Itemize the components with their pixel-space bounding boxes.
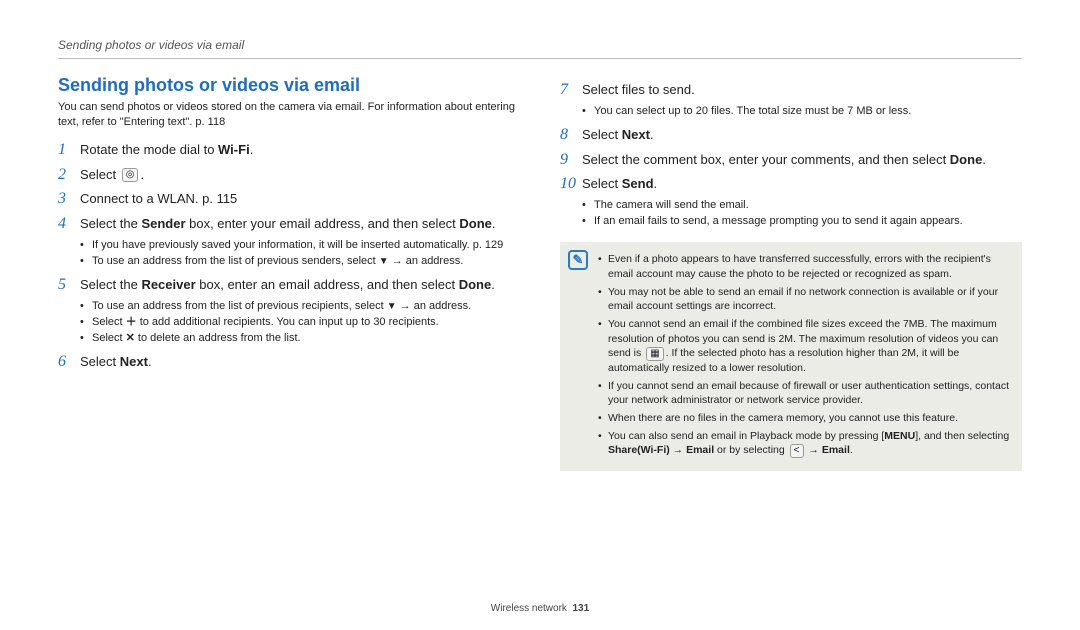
step: 9Select the comment box, enter your comm… xyxy=(560,151,1022,170)
step-body: Select ◎. xyxy=(80,166,520,185)
step-body: Select Next. xyxy=(582,126,1022,145)
step: 2Select ◎. xyxy=(58,166,520,185)
step-number: 8 xyxy=(560,126,582,145)
step-number: 9 xyxy=(560,151,582,170)
right-column: 7Select files to send.•You can select up… xyxy=(560,75,1022,471)
step: 3Connect to a WLAN. p. 115 xyxy=(58,190,520,209)
bullet-item: •You can select up to 20 files. The tota… xyxy=(582,104,1022,120)
note-item: •You cannot send an email if the combine… xyxy=(598,317,1010,376)
step-sublist: •To use an address from the list of prev… xyxy=(80,299,520,347)
step: 10Select Send.•The camera will send the … xyxy=(560,175,1022,230)
step-sublist: •If you have previously saved your infor… xyxy=(80,238,520,270)
step-body: Select Next. xyxy=(80,353,520,372)
note-item: •You can also send an email in Playback … xyxy=(598,429,1010,458)
footer-page-number: 131 xyxy=(573,603,590,614)
running-header: Sending photos or videos via email xyxy=(58,38,1022,52)
intro-text: You can send photos or videos stored on … xyxy=(58,100,520,131)
step: 4Select the Sender box, enter your email… xyxy=(58,215,520,270)
left-column: Sending photos or videos via email You c… xyxy=(58,75,520,471)
step-body: Select the Receiver box, enter an email … xyxy=(80,276,520,347)
steps-left: 1Rotate the mode dial to Wi-Fi.2Select ◎… xyxy=(58,141,520,372)
note-item: •When there are no files in the camera m… xyxy=(598,411,1010,426)
step-body: Select the Sender box, enter your email … xyxy=(80,215,520,270)
bullet-item: •If an email fails to send, a message pr… xyxy=(582,214,1022,230)
step-number: 10 xyxy=(560,175,582,230)
note-item: •You may not be able to send an email if… xyxy=(598,285,1010,314)
step-sublist: •The camera will send the email.•If an e… xyxy=(582,198,1022,230)
step-sublist: •You can select up to 20 files. The tota… xyxy=(582,104,1022,120)
step-body: Select Send.•The camera will send the em… xyxy=(582,175,1022,230)
step-number: 5 xyxy=(58,276,80,347)
step: 7Select files to send.•You can select up… xyxy=(560,81,1022,120)
two-column-layout: Sending photos or videos via email You c… xyxy=(58,75,1022,471)
step-number: 7 xyxy=(560,81,582,120)
step: 5Select the Receiver box, enter an email… xyxy=(58,276,520,347)
step: 1Rotate the mode dial to Wi-Fi. xyxy=(58,141,520,160)
step-body: Rotate the mode dial to Wi-Fi. xyxy=(80,141,520,160)
step-number: 4 xyxy=(58,215,80,270)
bullet-item: •If you have previously saved your infor… xyxy=(80,238,520,254)
bullet-item: •The camera will send the email. xyxy=(582,198,1022,214)
manual-page: Sending photos or videos via email Sendi… xyxy=(0,0,1080,630)
section-title: Sending photos or videos via email xyxy=(58,75,520,96)
step-body: Select files to send.•You can select up … xyxy=(582,81,1022,120)
note-box: ✎ •Even if a photo appears to have trans… xyxy=(560,242,1022,471)
bullet-item: •To use an address from the list of prev… xyxy=(80,299,520,315)
header-rule xyxy=(58,58,1022,59)
steps-right: 7Select files to send.•You can select up… xyxy=(560,81,1022,230)
bullet-item: •To use an address from the list of prev… xyxy=(80,254,520,270)
page-footer: Wireless network 131 xyxy=(0,603,1080,614)
step-number: 2 xyxy=(58,166,80,185)
step-number: 1 xyxy=(58,141,80,160)
bullet-item: •Select ＋ to add additional recipients. … xyxy=(80,315,520,331)
note-item: •If you cannot send an email because of … xyxy=(598,379,1010,408)
step-number: 6 xyxy=(58,353,80,372)
video-res-icon: ▦ xyxy=(646,347,663,361)
footer-section: Wireless network xyxy=(491,603,567,614)
note-item: •Even if a photo appears to have transfe… xyxy=(598,252,1010,281)
bullet-item: •Select ✕ to delete an address from the … xyxy=(80,331,520,347)
share-icon: < xyxy=(790,444,804,458)
step-body: Connect to a WLAN. p. 115 xyxy=(80,190,520,209)
step-body: Select the comment box, enter your comme… xyxy=(582,151,1022,170)
note-icon: ✎ xyxy=(568,250,588,270)
step: 8Select Next. xyxy=(560,126,1022,145)
step-number: 3 xyxy=(58,190,80,209)
step: 6Select Next. xyxy=(58,353,520,372)
email-app-icon: ◎ xyxy=(122,168,139,182)
